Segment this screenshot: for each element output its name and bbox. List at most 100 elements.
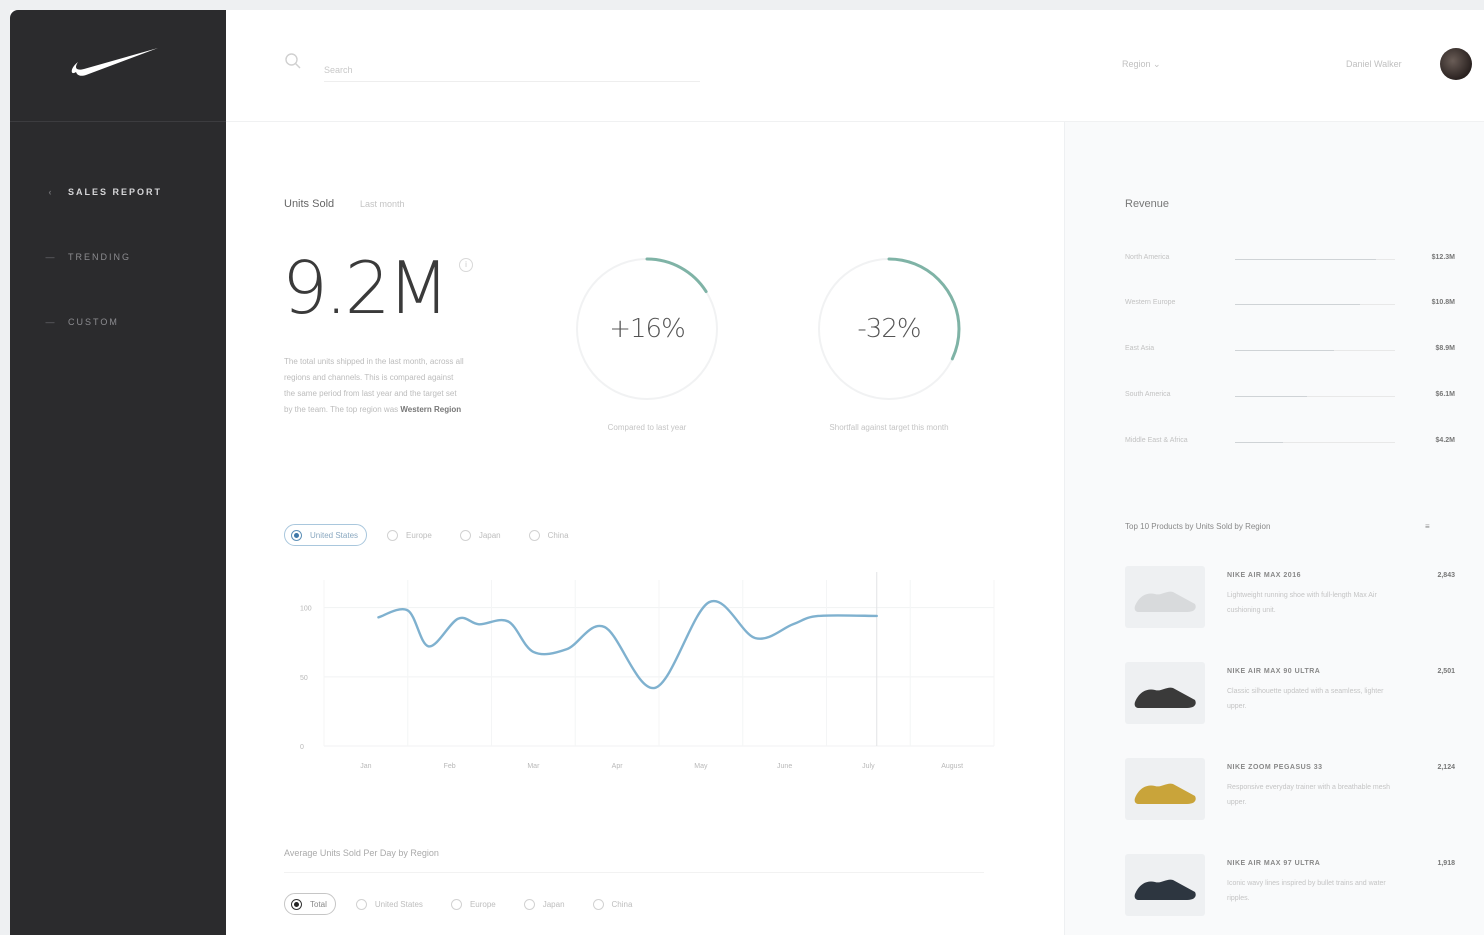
section-title-average: Average Units Sold Per Day by Region xyxy=(284,848,439,858)
tab-label: Japan xyxy=(542,899,565,909)
units-line-chart: 100 50 0 Jan Feb Mar Apr May June July August xyxy=(300,572,995,770)
tab-japan[interactable]: Japan xyxy=(454,524,509,546)
back-arrow-icon: ‹ xyxy=(48,187,54,197)
bar-value: $6.1M xyxy=(1435,391,1455,398)
tab-china[interactable]: China xyxy=(587,893,641,915)
radio-icon xyxy=(523,898,535,910)
bar-track xyxy=(1235,396,1395,397)
bar-fill xyxy=(1235,304,1360,305)
bar-track xyxy=(1235,304,1395,305)
radio-icon xyxy=(592,898,604,910)
radio-icon xyxy=(291,529,302,541)
x-tick-label: Jan xyxy=(360,763,371,770)
product-units: 2,501 xyxy=(1437,668,1455,675)
radio-icon xyxy=(355,898,367,910)
bar-track xyxy=(1235,259,1395,260)
bar-label: Middle East & Africa xyxy=(1125,437,1188,444)
sidebar-item-label: TRENDING xyxy=(68,252,131,262)
metric-description: The total units shipped in the last mont… xyxy=(284,354,464,418)
radio-icon xyxy=(528,529,540,541)
app-window: ‹ SALES REPORT — TRENDING — CUSTOM Regio… xyxy=(10,10,1484,935)
average-region-tabs: Total United States Europe Japan China xyxy=(284,893,654,915)
chevron-down-icon: ⌄ xyxy=(1153,59,1161,69)
bar-value: $8.9M xyxy=(1435,345,1455,352)
product-description: Responsive everyday trainer with a breat… xyxy=(1227,784,1391,806)
tab-united-states[interactable]: United States xyxy=(350,893,431,915)
tab-europe[interactable]: Europe xyxy=(445,893,504,915)
product-description: Classic silhouette updated with a seamle… xyxy=(1227,688,1384,710)
bar-label: East Asia xyxy=(1125,345,1155,352)
section-subtitle: Last month xyxy=(360,199,405,209)
sidebar-item-sales-report[interactable]: ‹ SALES REPORT xyxy=(44,182,162,202)
region-select[interactable]: Region ⌄ xyxy=(1122,59,1161,70)
tab-label: China xyxy=(611,899,633,909)
sidebar-item-trending[interactable]: — TRENDING xyxy=(44,247,162,267)
sidebar: ‹ SALES REPORT — TRENDING — CUSTOM xyxy=(10,10,226,935)
bar-label: North America xyxy=(1125,254,1170,261)
radio-icon xyxy=(459,529,471,541)
shoe-icon xyxy=(1134,591,1196,612)
top-products-title: Top 10 Products by Units Sold by Region xyxy=(1125,522,1271,531)
product-item[interactable]: NIKE AIR MAX 2016 Lightweight running sh… xyxy=(1125,566,1455,636)
shoe-thumbnail xyxy=(1125,662,1205,724)
tab-china[interactable]: China xyxy=(523,524,577,546)
sidebar-item-custom[interactable]: — CUSTOM xyxy=(44,312,162,332)
chart-region-tabs: United States Europe Japan China xyxy=(284,524,591,546)
ring-caption: Compared to last year xyxy=(607,423,687,432)
tab-label: Japan xyxy=(478,530,501,540)
progress-ring-target: -32% xyxy=(814,254,964,404)
product-description: Lightweight running shoe with full-lengt… xyxy=(1227,592,1377,614)
bar-label: South America xyxy=(1125,391,1171,398)
revenue-title: Revenue xyxy=(1125,198,1170,210)
info-icon[interactable]: i xyxy=(459,258,473,272)
sidebar-item-label: SALES REPORT xyxy=(68,187,163,197)
filter-icon[interactable]: ≡ xyxy=(1425,522,1430,531)
product-name: NIKE AIR MAX 97 ULTRA xyxy=(1227,860,1321,867)
series-line xyxy=(377,599,878,690)
product-name: NIKE AIR MAX 90 ULTRA xyxy=(1227,668,1321,675)
product-units: 2,843 xyxy=(1437,572,1455,579)
logo-area xyxy=(10,10,226,122)
y-tick-label: 100 xyxy=(300,606,312,613)
x-tick-label: June xyxy=(777,763,792,770)
bar-track xyxy=(1235,442,1395,443)
shoe-icon xyxy=(1134,783,1196,804)
user-name: Daniel Walker xyxy=(1346,59,1402,69)
tab-europe[interactable]: Europe xyxy=(381,524,440,546)
bar-value: $10.8M xyxy=(1431,299,1455,306)
bar-fill xyxy=(1235,442,1283,443)
tab-label: China xyxy=(547,530,569,540)
radio-icon xyxy=(450,898,462,910)
search-icon[interactable] xyxy=(284,52,302,70)
shoe-thumbnail xyxy=(1125,854,1205,916)
product-item[interactable]: NIKE AIR MAX 97 ULTRA Iconic wavy lines … xyxy=(1125,854,1455,924)
region-select-label: Region xyxy=(1122,59,1151,69)
y-tick-label: 50 xyxy=(300,675,308,682)
tab-label: United States xyxy=(374,899,423,909)
product-item[interactable]: NIKE AIR MAX 90 ULTRA Classic silhouette… xyxy=(1125,662,1455,732)
radio-icon xyxy=(291,898,302,910)
shoe-thumbnail xyxy=(1125,566,1205,628)
product-item[interactable]: NIKE ZOOM PEGASUS 33 Responsive everyday… xyxy=(1125,758,1455,828)
product-name: NIKE AIR MAX 2016 xyxy=(1227,572,1301,579)
shoe-thumbnail xyxy=(1125,758,1205,820)
y-tick-label: 0 xyxy=(300,744,304,751)
main-content: Units Sold Last month 9.2M i The total u… xyxy=(226,122,1064,935)
tab-label: United States xyxy=(310,530,359,540)
x-tick-label: Feb xyxy=(444,763,456,770)
tab-united-states[interactable]: United States xyxy=(284,524,368,546)
description-highlight[interactable]: Western Region xyxy=(400,405,461,414)
ring-caption: Shortfall against target this month xyxy=(829,423,949,432)
product-description: Iconic wavy lines inspired by bullet tra… xyxy=(1227,880,1386,902)
tab-total[interactable]: Total xyxy=(284,893,336,915)
revenue-bar-row: East Asia $8.9M xyxy=(1125,345,1455,357)
bar-fill xyxy=(1235,350,1335,351)
avatar[interactable] xyxy=(1440,48,1472,80)
search-input[interactable] xyxy=(324,58,700,82)
revenue-bar-row: Middle East & Africa $4.2M xyxy=(1125,437,1455,449)
right-panel: Revenue North America $12.3M Western Eur… xyxy=(1064,122,1484,935)
tab-japan[interactable]: Japan xyxy=(518,893,573,915)
revenue-bar-row: North America $12.3M xyxy=(1125,254,1455,266)
x-tick-label: May xyxy=(694,763,708,770)
bar-value: $4.2M xyxy=(1435,437,1455,444)
